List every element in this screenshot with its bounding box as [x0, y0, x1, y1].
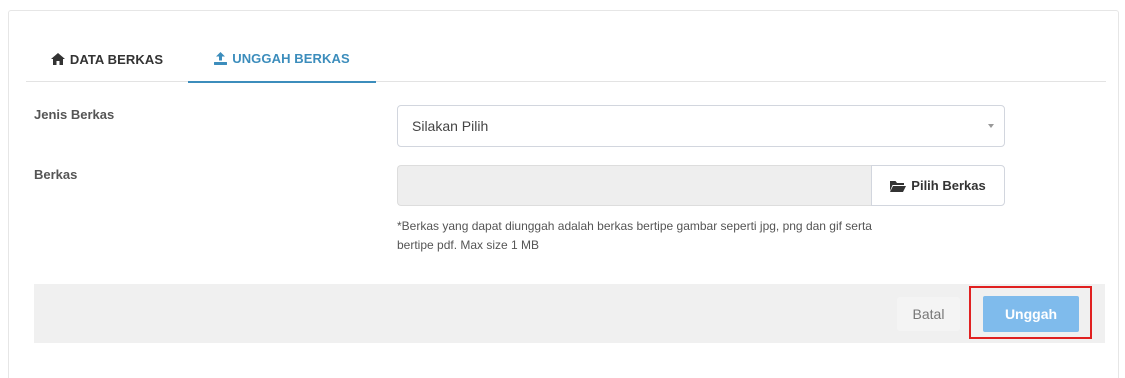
- tab-unggah-berkas[interactable]: UNGGAH BERKAS: [188, 36, 376, 83]
- jenis-berkas-select[interactable]: Silakan Pilih: [397, 105, 1005, 147]
- berkas-file-field[interactable]: [397, 165, 871, 206]
- help-line-1: *Berkas yang dapat diunggah adalah berka…: [397, 219, 872, 233]
- batal-button[interactable]: Batal: [897, 297, 960, 331]
- jenis-berkas-label: Jenis Berkas: [34, 107, 115, 122]
- help-line-2: bertipe pdf. Max size 1 MB: [397, 238, 540, 252]
- tab-bar: DATA BERKAS UNGGAH BERKAS: [26, 36, 1106, 83]
- tab-data-berkas[interactable]: DATA BERKAS: [26, 36, 188, 82]
- unggah-button[interactable]: Unggah: [983, 296, 1079, 332]
- chevron-down-icon: [988, 124, 994, 128]
- jenis-berkas-value: Silakan Pilih: [412, 118, 489, 134]
- tab-data-berkas-label: DATA BERKAS: [69, 51, 164, 67]
- folder-open-icon: [890, 180, 907, 192]
- upload-help-text: *Berkas yang dapat diunggah adalah berka…: [397, 217, 997, 255]
- upload-icon: [214, 52, 228, 65]
- tab-unggah-berkas-label: UNGGAH BERKAS: [232, 51, 350, 66]
- berkas-label: Berkas: [34, 167, 78, 182]
- pilih-berkas-label: Pilih Berkas: [911, 178, 986, 193]
- pilih-berkas-button[interactable]: Pilih Berkas: [871, 165, 1005, 206]
- home-icon: [50, 53, 65, 65]
